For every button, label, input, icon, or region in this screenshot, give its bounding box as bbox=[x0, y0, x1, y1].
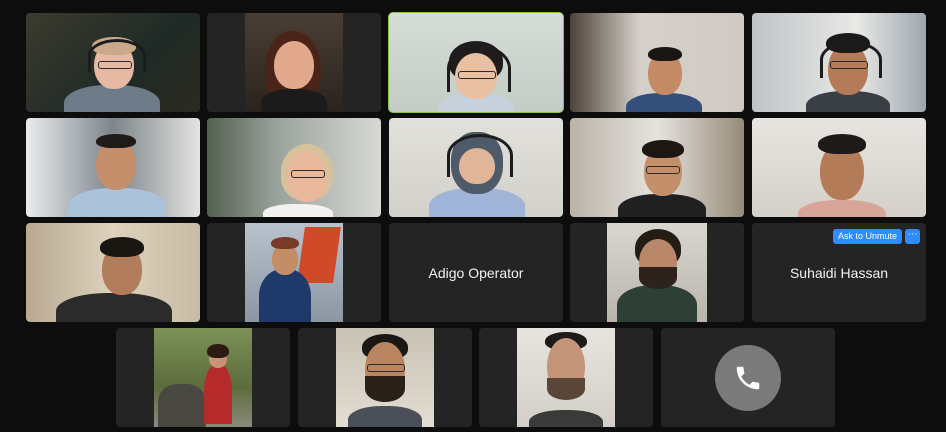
participant-tile-19-phone[interactable] bbox=[661, 328, 835, 427]
participant-video bbox=[154, 328, 252, 427]
participant-tile-4[interactable] bbox=[570, 13, 744, 112]
participant-video bbox=[245, 223, 343, 322]
participant-tile-7[interactable] bbox=[207, 118, 381, 217]
ask-to-unmute-button[interactable]: Ask to Unmute bbox=[832, 229, 902, 244]
participant-tile-12[interactable] bbox=[207, 223, 381, 322]
participant-tile-6[interactable] bbox=[26, 118, 200, 217]
participant-tile-14[interactable] bbox=[570, 223, 744, 322]
participant-tile-15[interactable]: Ask to Unmute ⋯ Suhaidi Hassan bbox=[752, 223, 926, 322]
participant-video bbox=[389, 118, 563, 217]
participant-video bbox=[389, 13, 563, 112]
participant-tile-13[interactable]: Adigo Operator bbox=[389, 223, 563, 322]
participant-name: Suhaidi Hassan bbox=[789, 264, 889, 281]
participant-video bbox=[26, 13, 200, 112]
participant-tile-8[interactable] bbox=[389, 118, 563, 217]
participant-video bbox=[207, 118, 381, 217]
participant-tile-5[interactable] bbox=[752, 13, 926, 112]
participant-video bbox=[245, 13, 343, 112]
participant-video bbox=[336, 328, 434, 427]
participant-tile-10[interactable] bbox=[752, 118, 926, 217]
participant-video bbox=[517, 328, 615, 427]
participant-video bbox=[26, 118, 200, 217]
phone-avatar bbox=[715, 344, 781, 411]
participant-tile-11[interactable] bbox=[26, 223, 200, 322]
participant-tile-9[interactable] bbox=[570, 118, 744, 217]
gallery-view: Adigo Operator Ask to Unmute ⋯ Suhaidi H… bbox=[0, 0, 946, 432]
participant-video bbox=[570, 13, 744, 112]
participant-tile-1[interactable] bbox=[26, 13, 200, 112]
more-options-icon[interactable]: ⋯ bbox=[905, 229, 920, 244]
participant-video bbox=[752, 118, 926, 217]
participant-tile-17[interactable] bbox=[298, 328, 472, 427]
participant-tile-16[interactable] bbox=[116, 328, 290, 427]
participant-video bbox=[26, 223, 200, 322]
participant-video bbox=[607, 223, 707, 322]
participant-tile-2[interactable] bbox=[207, 13, 381, 112]
participant-tile-3-active-speaker[interactable] bbox=[388, 12, 564, 113]
phone-icon bbox=[736, 366, 760, 389]
participant-video bbox=[570, 118, 744, 217]
participant-tile-18[interactable] bbox=[479, 328, 653, 427]
participant-name: Adigo Operator bbox=[428, 264, 524, 281]
participant-video bbox=[752, 13, 926, 112]
